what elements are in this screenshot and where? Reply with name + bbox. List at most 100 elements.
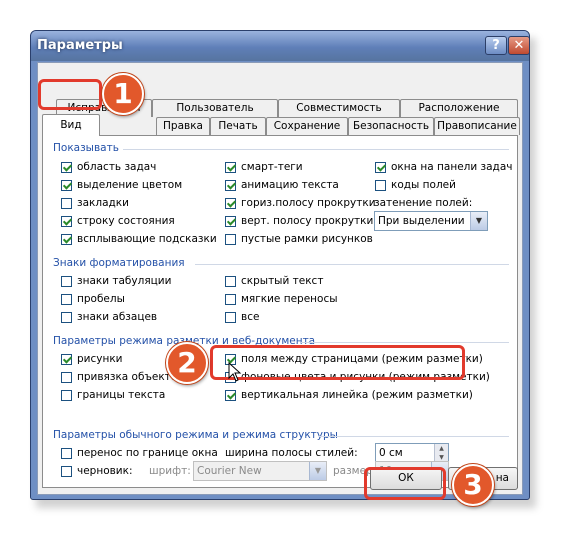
checkbox-box[interactable] [61,197,72,209]
style-area-width-spinner[interactable]: 0 см ▲ ▼ [375,443,449,463]
tab-print[interactable]: Печать [210,117,266,135]
font-label: шрифт: [149,465,191,477]
checkbox-label: всплывающие подсказки [77,233,217,245]
spinner-arrows-icon[interactable]: ▲ ▼ [434,444,448,462]
checkbox-label: границы текста [77,389,166,401]
checkbox-paragraph-marks[interactable]: знаки абзацев [61,311,157,323]
checkbox-picture-placeholders[interactable]: пустые рамки рисунков [225,233,373,245]
checkbox-label: рисунки [77,353,123,365]
highlight-vertical-ruler [210,345,465,380]
checkbox-box[interactable] [225,233,236,245]
checkbox-drawings[interactable]: рисунки [61,353,123,365]
checkbox-label: анимацию текста [241,179,339,191]
tab-user[interactable]: Пользователь [152,99,278,117]
tab-location[interactable]: Расположение [400,99,518,117]
checkbox-label: знаки табуляции [77,275,172,287]
checkbox-box[interactable] [61,353,72,365]
checkbox-box[interactable] [61,389,72,401]
checkbox-box[interactable] [61,233,72,245]
highlight-view-tab [38,79,102,110]
checkbox-box[interactable] [61,275,72,287]
checkbox-box[interactable] [225,311,236,323]
checkbox-label: черновик: [77,465,133,477]
checkbox-all[interactable]: все [225,311,259,323]
checkbox-label: все [241,311,260,323]
checkbox-object-anchors[interactable]: привязка объектов [61,371,183,383]
checkbox-bookmarks[interactable]: закладки [61,197,129,209]
checkbox-box[interactable] [375,179,386,191]
tab-security[interactable]: Безопасность [348,117,434,135]
help-button[interactable]: ? [485,36,507,55]
checkbox-box[interactable] [61,465,72,477]
checkbox-label: верт. полосу прокрутки [241,215,374,227]
checkbox-task-pane[interactable]: область задач [61,161,156,173]
checkbox-text-boundaries[interactable]: границы текста [61,389,165,401]
close-button[interactable]: ✕ [508,36,530,55]
checkbox-box[interactable] [61,311,72,323]
checkbox-draft-font[interactable]: черновик: [61,465,133,477]
checkbox-label: мягкие переносы [241,293,338,305]
checkbox-label: выделение цветом [77,179,183,191]
format-group-heading: Знаки форматирования [53,257,185,269]
checkbox-status-bar[interactable]: строку состояния [61,215,175,227]
tab-view[interactable]: Вид [42,114,100,136]
checkbox-box[interactable] [61,215,72,227]
divider [195,264,509,265]
checkbox-windows-taskbar[interactable]: окна на панели задач [375,161,512,173]
checkbox-box[interactable] [375,161,386,173]
checkbox-screentips[interactable]: всплывающие подсказки [61,233,217,245]
checkbox-box[interactable] [225,389,236,401]
divider [123,149,509,150]
step-marker-3: 3 [452,464,494,506]
chevron-down-icon[interactable]: ▼ [309,462,326,480]
checkbox-label: вертикальная линейка (режим разметки) [241,389,473,401]
checkbox-horizontal-scrollbar[interactable]: гориз.полосу прокрутки [225,197,376,209]
checkbox-box[interactable] [225,275,236,287]
checkbox-box[interactable] [61,447,72,459]
checkbox-box[interactable] [61,161,72,173]
checkbox-label: закладки [77,197,129,209]
font-select[interactable]: Courier New ▼ [193,461,327,481]
view-tab-page: Показывать область задач выделение цвето… [42,135,518,488]
checkbox-box[interactable] [225,161,236,173]
checkbox-optional-hyphens[interactable]: мягкие переносы [225,293,338,305]
style-area-width-value: 0 см [379,447,403,459]
checkbox-smart-tags[interactable]: смарт-теги [225,161,303,173]
checkbox-wrap-to-window[interactable]: перенос по границе окна [61,447,218,459]
title-bar[interactable]: Параметры ? ✕ [31,31,530,61]
tab-spelling[interactable]: Правописание [434,117,520,135]
checkbox-label: область задач [77,161,157,173]
checkbox-box[interactable] [225,215,236,227]
checkbox-field-codes[interactable]: коды полей [375,179,456,191]
tab-edit[interactable]: Правка [156,117,210,135]
checkbox-vertical-ruler[interactable]: вертикальная линейка (режим разметки) [225,389,473,401]
show-group-heading: Показывать [53,142,119,154]
font-value: Courier New [197,465,262,477]
checkbox-label: пустые рамки рисунков [241,233,373,245]
tab-compatibility[interactable]: Совместимость [278,99,400,117]
highlight-ok-button [364,467,446,500]
checkbox-label: пробелы [77,293,125,305]
checkbox-tab-characters[interactable]: знаки табуляции [61,275,171,287]
field-shading-select[interactable]: При выделении ▼ [374,211,488,231]
checkbox-box[interactable] [61,371,72,383]
checkbox-box[interactable] [225,197,236,209]
checkbox-spaces[interactable]: пробелы [61,293,125,305]
tab-save[interactable]: Сохранение [266,117,348,135]
checkbox-hidden-text[interactable]: скрытый текст [225,275,323,287]
divider [319,436,509,437]
checkbox-label: гориз.полосу прокрутки [241,197,376,209]
checkbox-label: скрытый текст [241,275,324,287]
checkbox-box[interactable] [61,179,72,191]
checkbox-box[interactable] [61,293,72,305]
checkbox-label: коды полей [391,179,456,191]
checkbox-animated-text[interactable]: анимацию текста [225,179,339,191]
checkbox-box[interactable] [225,179,236,191]
checkbox-vertical-scrollbar[interactable]: верт. полосу прокрутки [225,215,373,227]
step-marker-2: 2 [166,342,208,384]
checkbox-highlight[interactable]: выделение цветом [61,179,182,191]
checkbox-box[interactable] [225,293,236,305]
chevron-down-icon[interactable]: ▼ [470,212,487,230]
normal-group-heading: Параметры обычного режима и режима струк… [53,429,338,441]
step-marker-1: 1 [102,73,144,115]
